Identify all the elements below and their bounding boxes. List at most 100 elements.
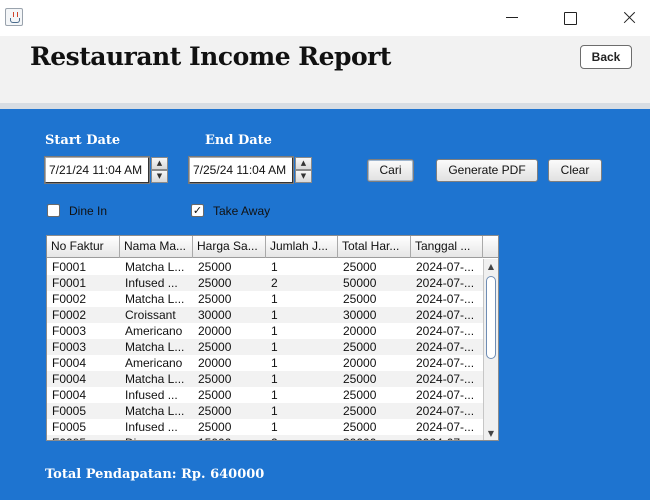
- table-row[interactable]: F0001 Infused ... 25000 2 50000 2024-07-...: [47, 275, 483, 291]
- table-cell: F0004: [52, 356, 87, 370]
- table-cell: Dimsum...: [120, 435, 193, 440]
- table-cell: F0001: [52, 260, 87, 274]
- table-cell: 25000: [198, 260, 232, 274]
- clear-button[interactable]: Clear: [548, 159, 602, 182]
- column-header[interactable]: Jumlah J...: [266, 236, 338, 258]
- minimize-icon[interactable]: [489, 0, 535, 36]
- table-cell: 1: [271, 356, 278, 370]
- table-row[interactable]: F0004 Matcha L... 25000 1 25000 2024-07-...: [47, 371, 483, 387]
- table-cell: 2024-07-...: [416, 404, 475, 418]
- table-cell: 50000: [343, 276, 377, 290]
- start-date-increment-icon[interactable]: ▲: [151, 157, 168, 170]
- table-cell: Matcha L...: [125, 404, 185, 418]
- table-cell: 2024-07-...: [416, 292, 475, 306]
- table-cell: 2024-07-...: [411, 435, 483, 440]
- end-date-spinner: 7/25/24 11:04 AM ▲ ▼: [188, 156, 313, 184]
- table-cell: 20000: [343, 356, 377, 370]
- scroll-up-icon[interactable]: ▲: [484, 259, 498, 274]
- start-date-field[interactable]: 7/21/24 11:04 AM: [44, 156, 150, 184]
- start-date-spin-buttons: ▲ ▼: [151, 157, 168, 183]
- start-date-decrement-icon[interactable]: ▼: [151, 170, 168, 183]
- table-cell: F0004: [52, 372, 87, 386]
- end-date-label: End Date: [205, 133, 272, 148]
- table-cell: 30000: [338, 435, 411, 440]
- table-cell: 25000: [343, 372, 377, 386]
- back-button[interactable]: Back: [580, 45, 632, 69]
- header-divider: [0, 103, 650, 109]
- table-row[interactable]: F0005 Matcha L... 25000 1 25000 2024-07-...: [47, 403, 483, 419]
- table-cell: 2024-07-...: [416, 372, 475, 386]
- table-cell: Americano: [125, 324, 183, 338]
- table-cell: 25000: [343, 404, 377, 418]
- close-icon[interactable]: [605, 0, 650, 36]
- table-cell: 25000: [343, 420, 377, 434]
- table-cell: F0004: [52, 388, 87, 402]
- table-cell: 25000: [343, 292, 377, 306]
- table-row[interactable]: F0002 Croissant 30000 1 30000 2024-07-...: [47, 307, 483, 323]
- table-row[interactable]: F0002 Matcha L... 25000 1 25000 2024-07-...: [47, 291, 483, 307]
- table-cell: 2024-07-...: [416, 340, 475, 354]
- check-mark-icon[interactable]: ✓: [191, 204, 204, 217]
- table-row[interactable]: F0003 Matcha L... 25000 1 25000 2024-07-...: [47, 339, 483, 355]
- table-row[interactable]: F0005 Infused ... 25000 1 25000 2024-07-...: [47, 419, 483, 435]
- column-header[interactable]: Tanggal ...: [411, 236, 483, 258]
- end-date-increment-icon[interactable]: ▲: [295, 157, 312, 170]
- table-cell: F0002: [52, 292, 87, 306]
- total-income-label: Total Pendapatan: Rp. 640000: [45, 467, 265, 482]
- table-cell: 2024-07-...: [416, 260, 475, 274]
- table-cell: 15000: [193, 435, 266, 440]
- java-cup-icon[interactable]: [5, 8, 23, 26]
- table-cell: 1: [271, 292, 278, 306]
- table-cell: F0005: [47, 435, 120, 440]
- table-cell: 1: [271, 388, 278, 402]
- vertical-scrollbar[interactable]: ▲ ▼: [483, 259, 498, 440]
- scroll-down-icon[interactable]: ▼: [484, 426, 498, 440]
- column-header[interactable]: No Faktur: [47, 236, 120, 258]
- start-date-spinner: 7/21/24 11:04 AM ▲ ▼: [44, 156, 169, 184]
- scrollbar-thumb[interactable]: [486, 276, 496, 359]
- table-row[interactable]: F0001 Matcha L... 25000 1 25000 2024-07-...: [47, 259, 483, 275]
- table-cell: F0005: [52, 420, 87, 434]
- title-bar: [0, 0, 650, 36]
- table-cell: 1: [271, 308, 278, 322]
- table-cell: 25000: [198, 292, 232, 306]
- generate-pdf-button[interactable]: Generate PDF: [436, 159, 538, 182]
- table-row[interactable]: F0005Dimsum...150002300002024-07-...: [47, 435, 483, 440]
- column-header[interactable]: Total Har...: [338, 236, 411, 258]
- page-title: Restaurant Income Report: [30, 42, 391, 71]
- table-cell: 25000: [198, 372, 232, 386]
- table-cell: 25000: [198, 340, 232, 354]
- maximize-icon[interactable]: [547, 0, 593, 36]
- table-cell: Infused ...: [125, 276, 178, 290]
- table-row[interactable]: F0003 Americano 20000 1 20000 2024-07-...: [47, 323, 483, 339]
- cari-button[interactable]: Cari: [367, 159, 414, 182]
- table-cell: 25000: [198, 276, 232, 290]
- table-cell: F0003: [52, 340, 87, 354]
- end-date-decrement-icon[interactable]: ▼: [295, 170, 312, 183]
- dine-in-checkbox-box[interactable]: [47, 204, 60, 217]
- table-cell: Americano: [125, 356, 183, 370]
- table-cell: 25000: [198, 420, 232, 434]
- table-row[interactable]: F0004 Infused ... 25000 1 25000 2024-07-...: [47, 387, 483, 403]
- table-cell: 2024-07-...: [416, 388, 475, 402]
- table-cell: 30000: [198, 308, 232, 322]
- table-cell: 25000: [198, 388, 232, 402]
- take-away-label: Take Away: [213, 204, 271, 218]
- dine-in-label: Dine In: [69, 204, 108, 218]
- end-date-field[interactable]: 7/25/24 11:04 AM: [188, 156, 294, 184]
- column-header[interactable]: Harga Sa...: [193, 236, 266, 258]
- table-cell: 20000: [198, 324, 232, 338]
- table-cell: F0003: [52, 324, 87, 338]
- table-cell: 2024-07-...: [416, 324, 475, 338]
- table-row[interactable]: F0004 Americano 20000 1 20000 2024-07-...: [47, 355, 483, 371]
- column-header[interactable]: Nama Ma...: [120, 236, 193, 258]
- table-cell: Matcha L...: [125, 292, 185, 306]
- table-cell: 1: [271, 372, 278, 386]
- table-cell: 2024-07-...: [416, 356, 475, 370]
- table-cell: Matcha L...: [125, 340, 185, 354]
- table-header: No Faktur Nama Ma... Harga Sa... Jumlah …: [47, 236, 498, 258]
- table-cell: Infused ...: [125, 420, 178, 434]
- table-cell: 2024-07-...: [416, 276, 475, 290]
- table-cell: 1: [271, 340, 278, 354]
- table-cell: Croissant: [125, 308, 176, 322]
